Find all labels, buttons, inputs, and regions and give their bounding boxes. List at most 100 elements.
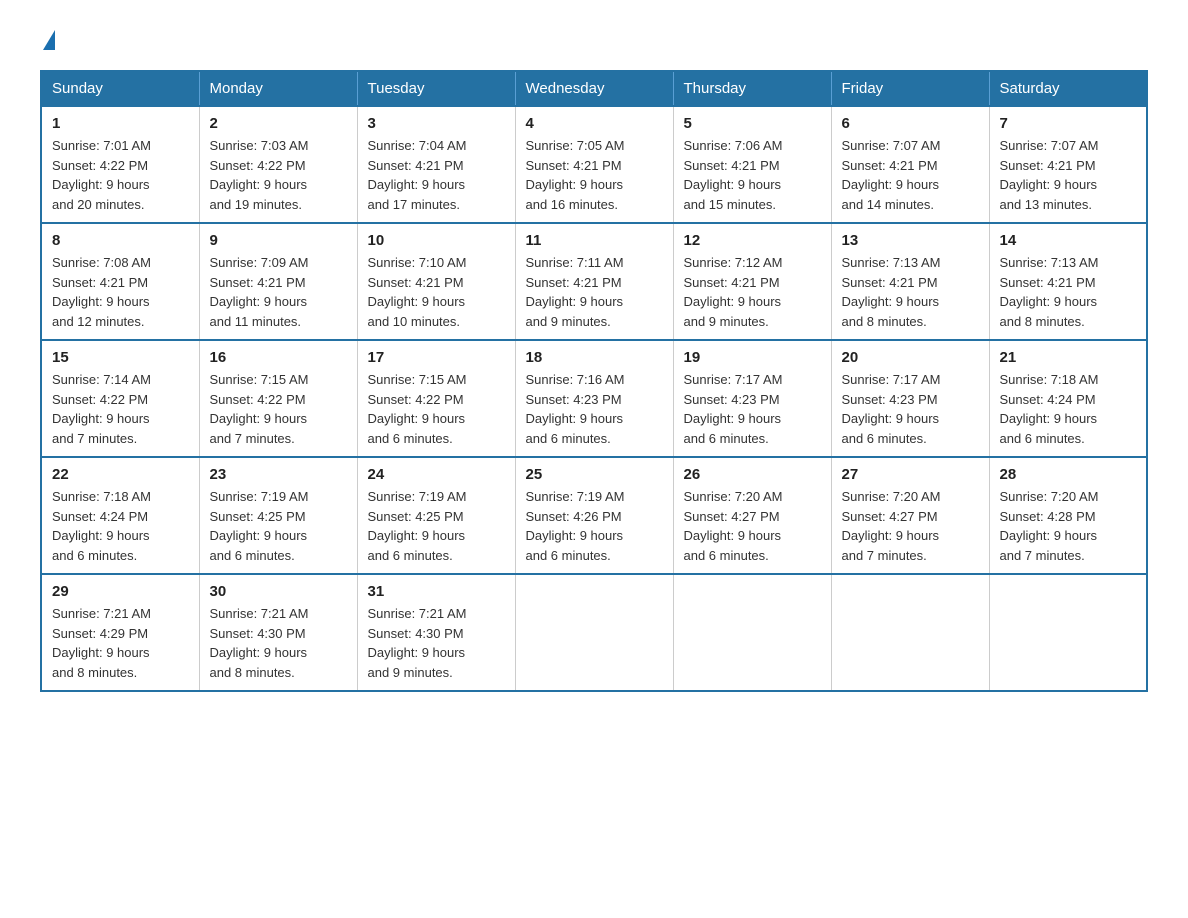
day-number: 4 [526,115,663,132]
calendar-cell: 30 Sunrise: 7:21 AM Sunset: 4:30 PM Dayl… [199,574,357,691]
calendar-cell: 24 Sunrise: 7:19 AM Sunset: 4:25 PM Dayl… [357,457,515,574]
day-header-tuesday: Tuesday [357,71,515,106]
day-info: Sunrise: 7:09 AM Sunset: 4:21 PM Dayligh… [210,253,347,331]
calendar-cell: 10 Sunrise: 7:10 AM Sunset: 4:21 PM Dayl… [357,223,515,340]
calendar-cell: 5 Sunrise: 7:06 AM Sunset: 4:21 PM Dayli… [673,106,831,223]
day-number: 9 [210,232,347,249]
calendar-week-row: 8 Sunrise: 7:08 AM Sunset: 4:21 PM Dayli… [41,223,1147,340]
calendar-cell: 20 Sunrise: 7:17 AM Sunset: 4:23 PM Dayl… [831,340,989,457]
day-info: Sunrise: 7:15 AM Sunset: 4:22 PM Dayligh… [368,370,505,448]
calendar-cell: 23 Sunrise: 7:19 AM Sunset: 4:25 PM Dayl… [199,457,357,574]
day-number: 31 [368,583,505,600]
day-info: Sunrise: 7:20 AM Sunset: 4:27 PM Dayligh… [684,487,821,565]
calendar-table: SundayMondayTuesdayWednesdayThursdayFrid… [40,70,1148,692]
day-info: Sunrise: 7:12 AM Sunset: 4:21 PM Dayligh… [684,253,821,331]
logo-triangle-icon [43,30,55,50]
day-number: 16 [210,349,347,366]
day-info: Sunrise: 7:20 AM Sunset: 4:28 PM Dayligh… [1000,487,1137,565]
calendar-cell: 19 Sunrise: 7:17 AM Sunset: 4:23 PM Dayl… [673,340,831,457]
day-number: 30 [210,583,347,600]
calendar-cell: 31 Sunrise: 7:21 AM Sunset: 4:30 PM Dayl… [357,574,515,691]
day-number: 19 [684,349,821,366]
day-info: Sunrise: 7:20 AM Sunset: 4:27 PM Dayligh… [842,487,979,565]
day-number: 23 [210,466,347,483]
day-header-sunday: Sunday [41,71,199,106]
day-number: 3 [368,115,505,132]
day-info: Sunrise: 7:18 AM Sunset: 4:24 PM Dayligh… [1000,370,1137,448]
calendar-week-row: 15 Sunrise: 7:14 AM Sunset: 4:22 PM Dayl… [41,340,1147,457]
day-info: Sunrise: 7:08 AM Sunset: 4:21 PM Dayligh… [52,253,189,331]
page-header [40,30,1148,50]
calendar-cell: 13 Sunrise: 7:13 AM Sunset: 4:21 PM Dayl… [831,223,989,340]
day-info: Sunrise: 7:13 AM Sunset: 4:21 PM Dayligh… [842,253,979,331]
calendar-cell: 14 Sunrise: 7:13 AM Sunset: 4:21 PM Dayl… [989,223,1147,340]
calendar-cell [673,574,831,691]
calendar-cell: 28 Sunrise: 7:20 AM Sunset: 4:28 PM Dayl… [989,457,1147,574]
day-number: 7 [1000,115,1137,132]
day-info: Sunrise: 7:21 AM Sunset: 4:30 PM Dayligh… [368,604,505,682]
calendar-cell: 16 Sunrise: 7:15 AM Sunset: 4:22 PM Dayl… [199,340,357,457]
calendar-week-row: 29 Sunrise: 7:21 AM Sunset: 4:29 PM Dayl… [41,574,1147,691]
day-number: 13 [842,232,979,249]
day-info: Sunrise: 7:21 AM Sunset: 4:29 PM Dayligh… [52,604,189,682]
day-number: 26 [684,466,821,483]
day-number: 6 [842,115,979,132]
calendar-cell: 18 Sunrise: 7:16 AM Sunset: 4:23 PM Dayl… [515,340,673,457]
day-info: Sunrise: 7:15 AM Sunset: 4:22 PM Dayligh… [210,370,347,448]
day-number: 1 [52,115,189,132]
day-header-wednesday: Wednesday [515,71,673,106]
day-info: Sunrise: 7:07 AM Sunset: 4:21 PM Dayligh… [842,136,979,214]
calendar-cell: 17 Sunrise: 7:15 AM Sunset: 4:22 PM Dayl… [357,340,515,457]
day-info: Sunrise: 7:05 AM Sunset: 4:21 PM Dayligh… [526,136,663,214]
day-number: 2 [210,115,347,132]
day-header-monday: Monday [199,71,357,106]
calendar-cell: 2 Sunrise: 7:03 AM Sunset: 4:22 PM Dayli… [199,106,357,223]
calendar-header-row: SundayMondayTuesdayWednesdayThursdayFrid… [41,71,1147,106]
calendar-cell: 7 Sunrise: 7:07 AM Sunset: 4:21 PM Dayli… [989,106,1147,223]
calendar-cell: 25 Sunrise: 7:19 AM Sunset: 4:26 PM Dayl… [515,457,673,574]
calendar-cell: 6 Sunrise: 7:07 AM Sunset: 4:21 PM Dayli… [831,106,989,223]
calendar-cell: 1 Sunrise: 7:01 AM Sunset: 4:22 PM Dayli… [41,106,199,223]
day-header-friday: Friday [831,71,989,106]
calendar-cell: 11 Sunrise: 7:11 AM Sunset: 4:21 PM Dayl… [515,223,673,340]
calendar-cell [831,574,989,691]
day-info: Sunrise: 7:17 AM Sunset: 4:23 PM Dayligh… [842,370,979,448]
day-info: Sunrise: 7:06 AM Sunset: 4:21 PM Dayligh… [684,136,821,214]
day-info: Sunrise: 7:18 AM Sunset: 4:24 PM Dayligh… [52,487,189,565]
calendar-week-row: 22 Sunrise: 7:18 AM Sunset: 4:24 PM Dayl… [41,457,1147,574]
day-info: Sunrise: 7:16 AM Sunset: 4:23 PM Dayligh… [526,370,663,448]
day-info: Sunrise: 7:19 AM Sunset: 4:25 PM Dayligh… [210,487,347,565]
day-number: 10 [368,232,505,249]
day-number: 17 [368,349,505,366]
day-info: Sunrise: 7:03 AM Sunset: 4:22 PM Dayligh… [210,136,347,214]
logo [40,30,55,50]
day-info: Sunrise: 7:11 AM Sunset: 4:21 PM Dayligh… [526,253,663,331]
day-number: 18 [526,349,663,366]
day-number: 28 [1000,466,1137,483]
calendar-cell: 4 Sunrise: 7:05 AM Sunset: 4:21 PM Dayli… [515,106,673,223]
day-info: Sunrise: 7:14 AM Sunset: 4:22 PM Dayligh… [52,370,189,448]
day-number: 5 [684,115,821,132]
calendar-cell: 8 Sunrise: 7:08 AM Sunset: 4:21 PM Dayli… [41,223,199,340]
day-header-saturday: Saturday [989,71,1147,106]
day-number: 27 [842,466,979,483]
day-info: Sunrise: 7:17 AM Sunset: 4:23 PM Dayligh… [684,370,821,448]
calendar-cell: 27 Sunrise: 7:20 AM Sunset: 4:27 PM Dayl… [831,457,989,574]
day-number: 29 [52,583,189,600]
day-number: 20 [842,349,979,366]
day-info: Sunrise: 7:01 AM Sunset: 4:22 PM Dayligh… [52,136,189,214]
day-number: 8 [52,232,189,249]
day-number: 12 [684,232,821,249]
calendar-cell: 3 Sunrise: 7:04 AM Sunset: 4:21 PM Dayli… [357,106,515,223]
day-header-thursday: Thursday [673,71,831,106]
day-info: Sunrise: 7:07 AM Sunset: 4:21 PM Dayligh… [1000,136,1137,214]
day-number: 25 [526,466,663,483]
calendar-cell: 12 Sunrise: 7:12 AM Sunset: 4:21 PM Dayl… [673,223,831,340]
day-number: 11 [526,232,663,249]
day-info: Sunrise: 7:19 AM Sunset: 4:26 PM Dayligh… [526,487,663,565]
calendar-cell: 22 Sunrise: 7:18 AM Sunset: 4:24 PM Dayl… [41,457,199,574]
day-info: Sunrise: 7:21 AM Sunset: 4:30 PM Dayligh… [210,604,347,682]
calendar-cell: 26 Sunrise: 7:20 AM Sunset: 4:27 PM Dayl… [673,457,831,574]
day-number: 15 [52,349,189,366]
day-info: Sunrise: 7:19 AM Sunset: 4:25 PM Dayligh… [368,487,505,565]
